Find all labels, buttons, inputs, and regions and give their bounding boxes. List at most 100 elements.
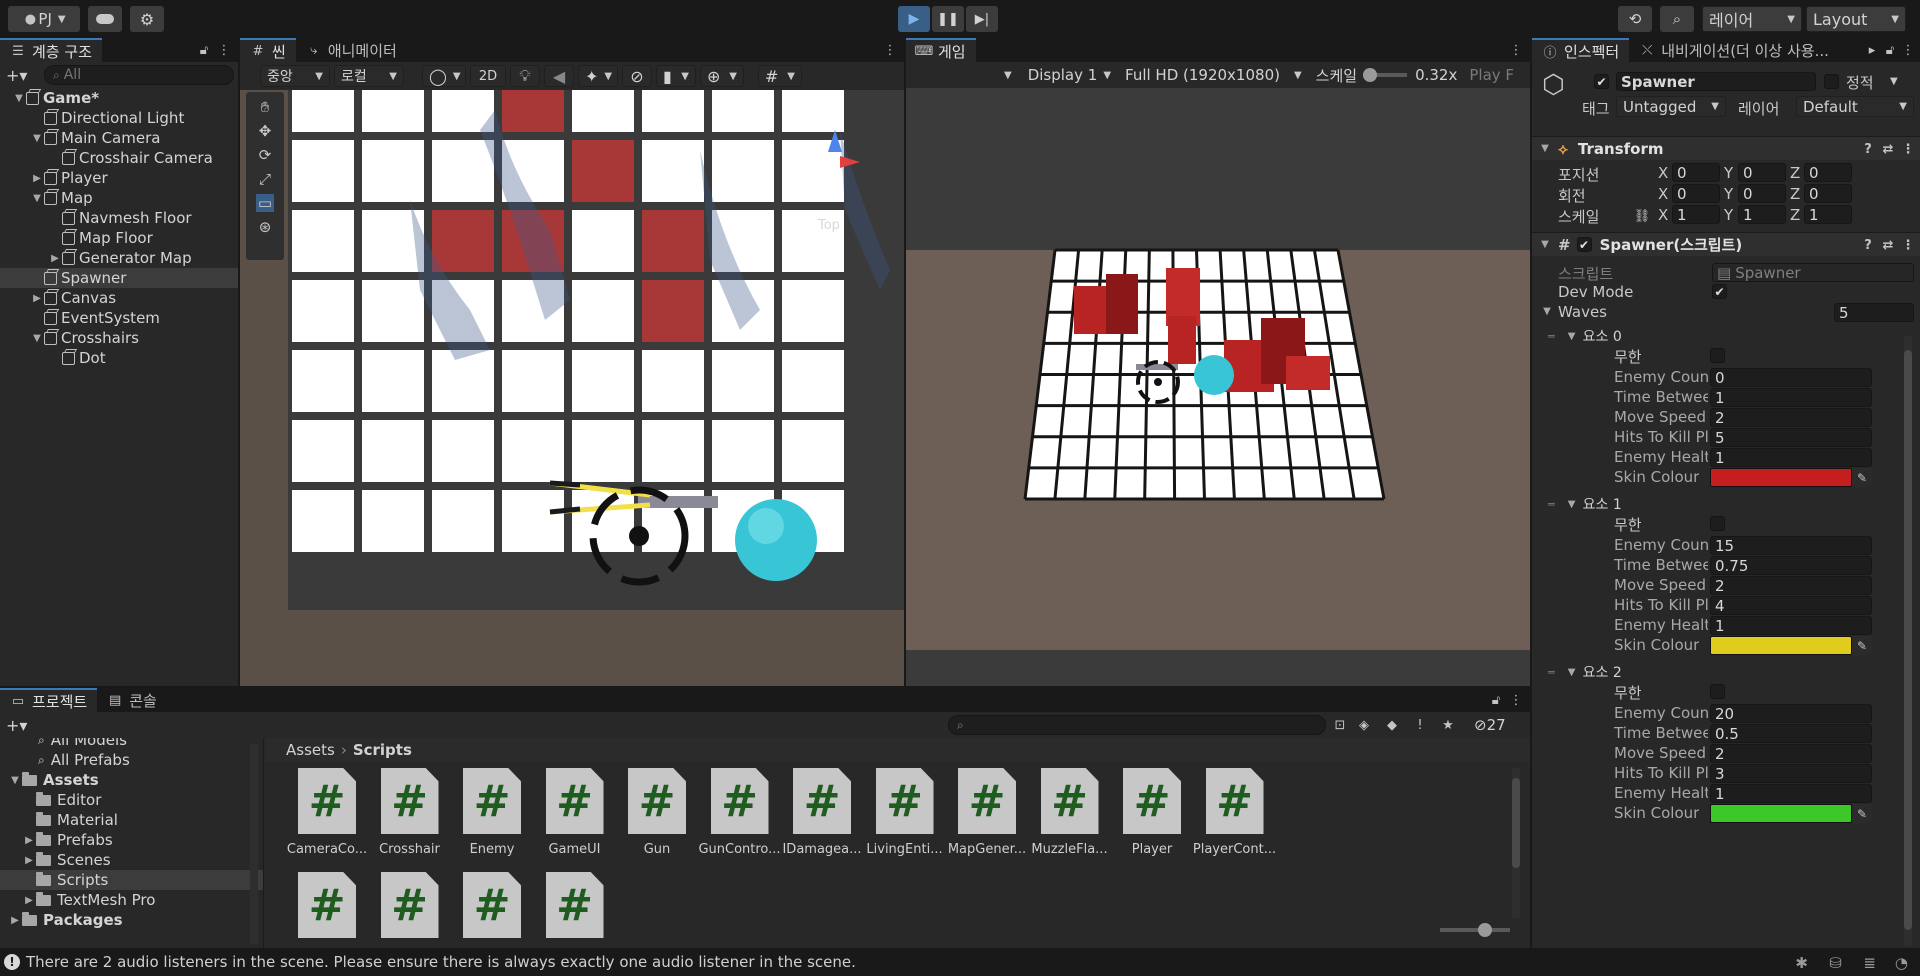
more-icon[interactable]: ⋮ [1900, 237, 1916, 253]
hierarchy-item[interactable]: ▶ Generator Map [0, 248, 238, 268]
active-checkbox[interactable]: ✔ [1594, 74, 1609, 89]
time-between-field[interactable]: 1 [1710, 388, 1872, 407]
hierarchy-item[interactable]: Navmesh Floor [0, 208, 238, 228]
transform-rot-z-field[interactable]: 0 [1804, 184, 1852, 203]
camera-dropdown[interactable]: ▮ ▼ [656, 65, 696, 87]
warning-filter-icon[interactable]: ! [1412, 717, 1428, 733]
tab-animator[interactable]: ⤷ 애니메이터 [296, 38, 407, 62]
breadcrumb-current[interactable]: Scripts [353, 741, 412, 759]
hierarchy-item[interactable]: Map Floor [0, 228, 238, 248]
chevron-icon[interactable]: ▶ [30, 293, 44, 304]
hierarchy-item[interactable]: Dot [0, 348, 238, 368]
hierarchy-search-input[interactable]: ⌕ All [44, 65, 234, 85]
chevron-icon[interactable]: ▶ [22, 895, 36, 906]
collab-button[interactable]: ⚙ [130, 6, 164, 32]
cloud-button[interactable] [88, 6, 122, 32]
eyedropper-icon[interactable]: ✎ [1852, 804, 1872, 823]
status-message[interactable]: There are 2 audio listeners in the scene… [26, 953, 856, 971]
chevron-icon[interactable]: ▶ [22, 855, 36, 866]
chevron-right-icon[interactable]: ▸ [1864, 42, 1880, 58]
infinite-checkbox[interactable] [1710, 684, 1725, 699]
spawner-script-header[interactable]: ▼ # ✔ Spawner(스크립트) ? ⇄ ⋮ [1532, 232, 1920, 256]
layers-icon[interactable]: ≣ [1863, 954, 1876, 972]
time-between-field[interactable]: 0.5 [1710, 724, 1872, 743]
script-asset[interactable]: # LivingEnti... [860, 768, 950, 857]
inspector-scrollbar[interactable] [1904, 336, 1912, 946]
preset-icon[interactable]: ⇄ [1880, 237, 1896, 253]
script-asset[interactable]: # Gun [612, 768, 702, 857]
more-icon[interactable]: ⋮ [1508, 692, 1524, 708]
hierarchy-item[interactable]: EventSystem [0, 308, 238, 328]
script-asset[interactable]: # [282, 872, 372, 938]
script-asset[interactable]: # [447, 872, 537, 938]
transform-rot-y-field[interactable]: 0 [1738, 184, 1786, 203]
static-checkbox[interactable] [1824, 74, 1839, 89]
inspector-scrollbar-thumb[interactable] [1904, 350, 1912, 930]
chevron-down-icon[interactable]: ▼ [1004, 70, 1012, 81]
scale-slider-thumb[interactable] [1363, 68, 1378, 82]
devmode-checkbox[interactable]: ✔ [1712, 284, 1727, 299]
rect-tool-icon[interactable]: ▭ [255, 194, 275, 212]
hierarchy-item[interactable]: Spawner [0, 268, 238, 288]
hits-to-kill-field[interactable]: 4 [1710, 596, 1872, 615]
skin-colour-swatch[interactable] [1710, 468, 1852, 487]
script-asset[interactable]: # CameraCo... [282, 768, 372, 857]
hierarchy-item[interactable]: ▶ Canvas [0, 288, 238, 308]
hierarchy-item[interactable]: ▼ Crosshairs [0, 328, 238, 348]
transform-pos-x-field[interactable]: 0 [1672, 163, 1720, 182]
scale-tool-icon[interactable]: ⤢ [259, 170, 271, 188]
enemy-count-field[interactable]: 0 [1710, 368, 1872, 387]
link-icon[interactable]: ⛓ [1634, 208, 1651, 224]
scene-viewport[interactable]: ✋︎ ✥ ⟳ ⤢ ▭ ⊛ Top [240, 90, 904, 686]
scale-slider[interactable] [1363, 68, 1408, 82]
resolution-dropdown[interactable]: Full HD (1920x1080) ▼ [1125, 66, 1302, 84]
transform-scale-z-field[interactable]: 1 [1804, 205, 1852, 224]
drag-handle-icon[interactable]: ═ [1548, 666, 1555, 679]
layers-dropdown[interactable]: 레이어 ▼ [1702, 6, 1802, 32]
more-icon[interactable]: ⋮ [1900, 141, 1916, 157]
skin-colour-swatch[interactable] [1710, 804, 1852, 823]
script-asset[interactable]: # GunContro... [695, 768, 785, 857]
component-enabled-checkbox[interactable]: ✔ [1576, 237, 1592, 252]
script-asset[interactable]: # GameUI [530, 768, 620, 857]
move-tool-icon[interactable]: ✥ [259, 122, 272, 140]
move-speed-field[interactable]: 2 [1710, 408, 1872, 427]
tab-navigation[interactable]: ⤬ 내비게이션(더 이상 사용... [1629, 38, 1839, 62]
tag-dropdown[interactable]: Untagged ▼ [1616, 96, 1726, 117]
zoom-slider[interactable] [1440, 923, 1510, 937]
lock-icon[interactable]: 🔓︎ [1882, 42, 1898, 58]
visibility-toggle[interactable]: ⊘ [622, 65, 652, 87]
infinite-checkbox[interactable] [1710, 516, 1725, 531]
waves-size-field[interactable]: 5 [1834, 303, 1914, 322]
save-search-icon[interactable]: ⊡ [1332, 717, 1348, 733]
transform-tool-icon[interactable]: ⊛ [259, 218, 272, 236]
progress-icon[interactable]: ◔ [1895, 954, 1908, 972]
lock-icon[interactable]: 🔓︎ [196, 42, 212, 58]
search-button[interactable]: ⌕ [1660, 6, 1694, 32]
tab-game[interactable]: ⌨ 게임 [906, 38, 976, 62]
tab-project[interactable]: ▭ 프로젝트 [0, 688, 98, 712]
play-focus-label[interactable]: Play F [1469, 66, 1514, 84]
project-tree-item[interactable]: ⌕ All Models [0, 738, 263, 750]
pause-button[interactable]: ❚❚ [932, 6, 964, 32]
wave-element-header[interactable]: ═ ▼ 요소 1 [1548, 494, 1622, 514]
transform-header[interactable]: ▼ ⟡ Transform ? ⇄ ⋮ [1532, 136, 1920, 160]
pivot-dropdown[interactable]: 중앙 ▼ [260, 65, 330, 87]
gizmos-dropdown[interactable]: ⊕ ▼ [700, 65, 744, 87]
project-tree-item[interactable]: ▶ Prefabs [0, 830, 263, 850]
hierarchy-item[interactable]: Directional Light [0, 108, 238, 128]
transform-scale-x-field[interactable]: 1 [1672, 205, 1720, 224]
script-asset[interactable]: # [530, 872, 620, 938]
move-speed-field[interactable]: 2 [1710, 576, 1872, 595]
hierarchy-item[interactable]: ▼ Game* [0, 88, 238, 108]
script-asset[interactable]: # Player [1107, 768, 1197, 857]
transform-rot-x-field[interactable]: 0 [1672, 184, 1720, 203]
breadcrumb-root[interactable]: Assets [286, 741, 335, 759]
label-filter-icon[interactable]: ◆ [1384, 717, 1400, 733]
lighting-toggle[interactable]: 💡︎ [510, 65, 540, 87]
chevron-down-icon[interactable]: ▼ [1540, 306, 1554, 317]
transform-pos-z-field[interactable]: 0 [1804, 163, 1852, 182]
asset-scrollbar[interactable] [1512, 768, 1520, 918]
toggle-2d-button[interactable]: 2D [470, 65, 506, 87]
hand-tool-icon[interactable]: ✋︎ [261, 98, 270, 116]
